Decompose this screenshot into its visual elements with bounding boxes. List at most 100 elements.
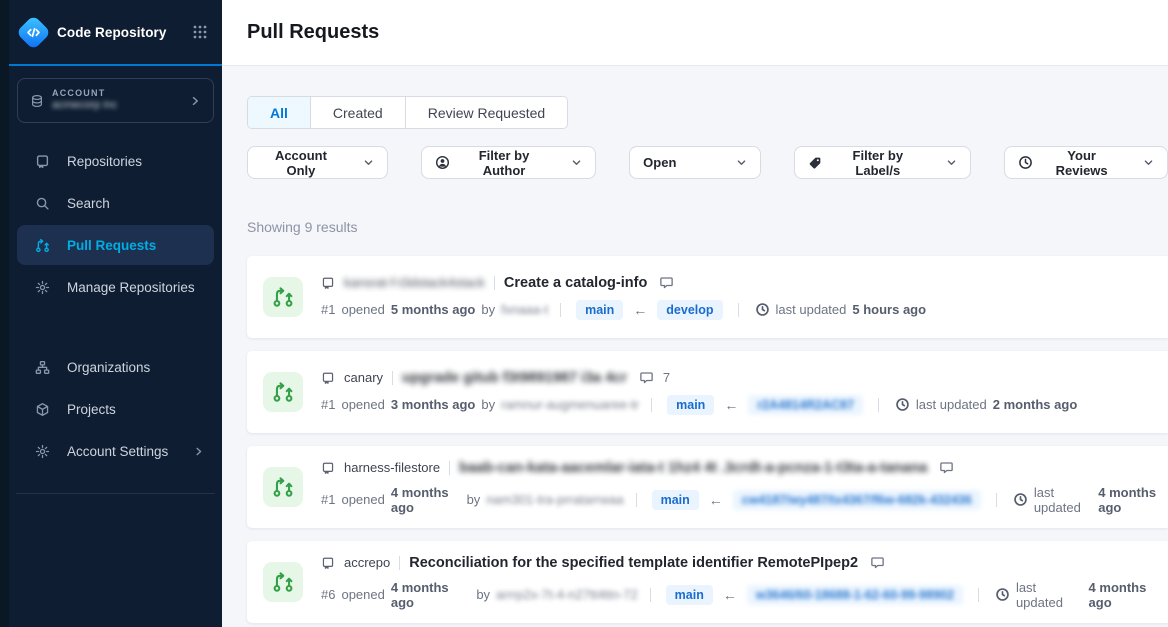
by-label: by — [467, 492, 481, 507]
tab-review-requested[interactable]: Review Requested — [406, 97, 568, 128]
comment-icon — [639, 370, 654, 385]
pr-repo-name[interactable]: harness-filestore — [344, 460, 440, 475]
pr-target-branch[interactable]: main — [666, 585, 713, 605]
org-icon — [34, 360, 50, 375]
results-summary: Showing 9 results — [247, 219, 1168, 235]
pr-repo-name[interactable]: accrepo — [344, 555, 390, 570]
chevron-down-icon — [571, 157, 582, 168]
repo-icon — [34, 154, 50, 169]
account-selector[interactable]: ACCOUNT acmecorp inc — [17, 78, 214, 123]
chevron-down-icon — [1143, 157, 1154, 168]
sidebar-item-organizations[interactable]: Organizations — [17, 347, 214, 387]
gear-icon — [34, 444, 50, 459]
repo-icon — [321, 556, 335, 570]
divider — [650, 588, 651, 602]
sidebar-item-search[interactable]: Search — [17, 183, 214, 223]
pr-age: 4 months ago — [391, 485, 461, 515]
by-label: by — [481, 397, 495, 412]
updated-clock-icon — [995, 587, 1010, 602]
pr-author[interactable]: ramnur-augmenuaree-tr — [501, 397, 639, 412]
account-name: acmecorp inc — [52, 99, 189, 113]
sidebar-nav-secondary: Organizations Projects Account Settings — [9, 347, 222, 473]
pr-updated-age: 2 months ago — [993, 397, 1078, 412]
label-filter-dropdown[interactable]: Filter by Label/s — [794, 146, 971, 179]
pr-title[interactable]: baab-can-kata-aacemlar-iata-t 1hz4 4t .3… — [459, 460, 927, 476]
filter-label: Filter by Label/s — [831, 148, 924, 178]
divider — [449, 461, 450, 475]
last-updated-label: last updated — [776, 302, 847, 317]
pull-request-icon — [34, 238, 50, 253]
cube-icon — [34, 402, 50, 417]
clock-icon — [1018, 155, 1033, 170]
chevron-down-icon — [363, 157, 374, 168]
app-title: Code Repository — [57, 25, 192, 40]
page-title: Pull Requests — [247, 21, 379, 44]
sidebar-item-label: Organizations — [67, 360, 204, 375]
chevron-down-icon — [946, 157, 957, 168]
sidebar-item-label: Manage Repositories — [67, 280, 204, 295]
sidebar-item-manage-repositories[interactable]: Manage Repositories — [17, 267, 214, 307]
pr-target-branch[interactable]: main — [576, 300, 623, 320]
app-grid-icon[interactable] — [192, 24, 208, 40]
divider — [392, 371, 393, 385]
pr-target-branch[interactable]: main — [652, 490, 699, 510]
pr-author[interactable]: fxnaaa-t — [501, 302, 548, 317]
pr-source-branch[interactable]: r2A4814R2AC87 — [748, 395, 863, 415]
pr-title[interactable]: Create a catalog-info — [504, 275, 647, 291]
scope-filter-dropdown[interactable]: Account Only — [247, 146, 388, 179]
divider — [399, 556, 400, 570]
repo-icon — [321, 276, 335, 290]
by-label: by — [476, 587, 490, 602]
sidebar-item-repositories[interactable]: Repositories — [17, 141, 214, 181]
updated-clock-icon — [1013, 492, 1028, 507]
branch-arrow: ← — [633, 302, 647, 318]
pr-row[interactable]: kansrat-f-t3dstack4stack Create a catalo… — [247, 256, 1168, 338]
last-updated-label: last updated — [1034, 485, 1092, 515]
pr-updated-age: 4 months ago — [1098, 485, 1168, 515]
pr-author[interactable]: nam301-tra-prratarrwaa — [486, 492, 623, 507]
pr-source-branch[interactable]: w3646/60-18688-1-62-60-99-98902 — [747, 585, 963, 605]
sidebar-item-account-settings[interactable]: Account Settings — [17, 431, 214, 471]
account-icon — [30, 94, 44, 108]
state-filter-dropdown[interactable]: Open — [629, 146, 761, 179]
branch-arrow: ← — [709, 492, 723, 508]
branch-arrow: ← — [724, 397, 738, 413]
sidebar-item-pull-requests[interactable]: Pull Requests — [17, 225, 214, 265]
pr-age: 4 months ago — [391, 580, 470, 610]
tab-all[interactable]: All — [248, 97, 311, 128]
content: All Created Review Requested Account Onl… — [222, 66, 1168, 627]
tab-created[interactable]: Created — [311, 97, 406, 128]
pr-repo-name[interactable]: canary — [344, 370, 383, 385]
sidebar: Code Repository ACCOUNT acmecorp inc — [9, 0, 222, 627]
your-reviews-dropdown[interactable]: Your Reviews — [1004, 146, 1168, 179]
pr-title[interactable]: upgrade gitub f3t9891987 i3a 4cr — [402, 370, 627, 386]
pr-target-branch[interactable]: main — [667, 395, 714, 415]
comment-icon — [939, 460, 954, 475]
sidebar-item-label: Pull Requests — [67, 238, 204, 253]
main: Pull Requests All Created Review Request… — [222, 0, 1168, 627]
sidebar-item-label: Search — [67, 196, 204, 211]
pr-open-icon — [263, 277, 303, 317]
updated-clock-icon — [755, 302, 770, 317]
pr-author[interactable]: arrrp2x-7t-4-n27tt4ttn-72 — [496, 587, 638, 602]
filter-label: Open — [643, 155, 676, 170]
comment-icon — [870, 555, 885, 570]
pr-tabs: All Created Review Requested — [247, 96, 568, 129]
pr-repo-name[interactable]: kansrat-f-t3dstack4stack — [344, 275, 485, 290]
sidebar-header: Code Repository — [9, 0, 222, 66]
last-updated-label: last updated — [916, 397, 987, 412]
sidebar-item-projects[interactable]: Projects — [17, 389, 214, 429]
pr-row[interactable]: harness-filestore baab-can-kata-aacemlar… — [247, 446, 1168, 528]
pr-comment-count: 7 — [663, 370, 670, 385]
pr-number: #1 — [321, 302, 335, 317]
pr-title[interactable]: Reconciliation for the specified templat… — [409, 555, 858, 571]
author-filter-dropdown[interactable]: Filter by Author — [421, 146, 596, 179]
last-updated-label: last updated — [1016, 580, 1083, 610]
pr-source-branch[interactable]: cw4187/wy487/tx4367/f6w-682k-432436 — [733, 490, 981, 510]
pr-row[interactable]: canary upgrade gitub f3t9891987 i3a 4cr … — [247, 351, 1168, 433]
pr-row[interactable]: accrepo Reconciliation for the specified… — [247, 541, 1168, 623]
module-rail — [0, 0, 9, 627]
repo-icon — [321, 461, 335, 475]
code-repository-logo-icon[interactable] — [16, 14, 51, 49]
pr-source-branch[interactable]: develop — [657, 300, 722, 320]
